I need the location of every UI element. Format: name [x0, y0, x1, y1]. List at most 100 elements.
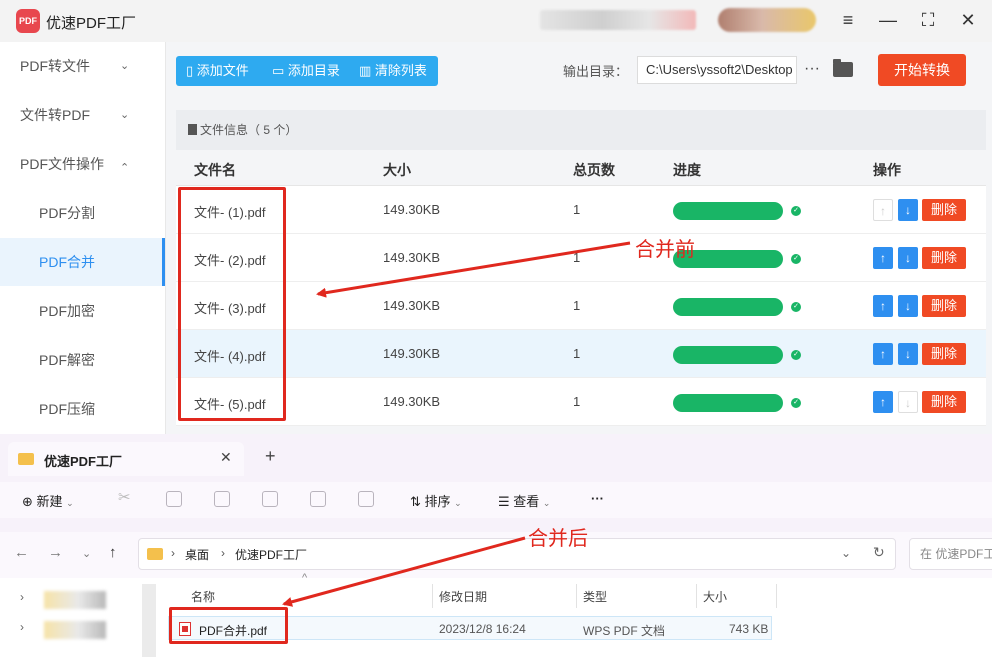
more-commands-button[interactable]: ··· [591, 491, 604, 506]
col-header-pages: 总页数 [573, 162, 615, 178]
progress-bar [673, 298, 783, 316]
column-divider[interactable] [432, 584, 433, 608]
clear-list-button[interactable]: ▥ 清除列表 [359, 56, 427, 86]
file-info-label: 文件信息 [200, 123, 249, 137]
move-up-button[interactable]: ↑ [873, 343, 893, 365]
sidebar-item-pdf-split[interactable]: PDF分割 [0, 189, 165, 237]
check-icon: ✓ [791, 206, 801, 216]
output-dir-input[interactable]: C:\Users\yssoft2\Desktop [637, 56, 797, 84]
move-down-button[interactable]: ↓ [898, 199, 918, 221]
maximize-icon[interactable]: ⛶ [916, 9, 940, 31]
move-down-button[interactable]: ↓ [898, 295, 918, 317]
table-row[interactable]: 文件- (5).pdf 149.30KB 1 ✓ ↑ ↓ 删除 [176, 378, 986, 426]
start-convert-button[interactable]: 开始转换 [878, 54, 966, 86]
move-up-button[interactable]: ↑ [873, 247, 893, 269]
col-header-modified[interactable]: 修改日期 [439, 588, 487, 605]
add-file-button[interactable]: ▯ 添加文件 [186, 56, 249, 86]
forward-icon[interactable]: → [48, 544, 63, 561]
column-divider[interactable] [576, 584, 577, 608]
sidebar-item-pdf-to-file[interactable]: PDF转文件 ⌄ [0, 42, 165, 90]
col-header-name[interactable]: 名称 [191, 588, 215, 605]
recent-dropdown-icon[interactable]: ⌄ [82, 547, 91, 560]
share-icon[interactable] [310, 491, 326, 507]
new-button[interactable]: ⊕ 新建 ⌄ [22, 491, 74, 510]
col-header-type[interactable]: 类型 [583, 588, 607, 605]
tab-title: 优速PDF工厂 [44, 454, 123, 469]
table-row[interactable]: 文件- (2).pdf 149.30KB 1 ✓ ↑ ↓ 删除 [176, 234, 986, 282]
address-bar[interactable]: › 桌面 › 优速PDF工厂 ⌄ ↻ [138, 538, 896, 570]
back-icon[interactable]: ← [14, 544, 29, 561]
table-header: 文件名 大小 总页数 进度 操作 [176, 150, 986, 186]
delete-button[interactable]: 删除 [922, 247, 966, 269]
table-row[interactable]: 文件- (3).pdf 149.30KB 1 ✓ ↑ ↓ 删除 [176, 282, 986, 330]
new-tab-icon[interactable]: + [265, 446, 276, 467]
chevron-down-icon: ⌄ [120, 109, 130, 121]
close-icon[interactable]: ✕ [956, 9, 980, 31]
rename-icon[interactable] [262, 491, 278, 507]
delete-button[interactable]: 删除 [922, 343, 966, 365]
refresh-icon[interactable]: ↻ [873, 544, 885, 561]
sidebar-item-pdf-operations[interactable]: PDF文件操作 ⌃ [0, 140, 165, 188]
col-header-size: 大小 [383, 162, 411, 178]
col-header-size[interactable]: 大小 [703, 588, 727, 605]
more-options-button[interactable]: ··· [804, 56, 820, 82]
paste-icon[interactable] [214, 491, 230, 507]
view-label: 查看 [513, 494, 540, 509]
up-icon[interactable]: ↑ [109, 544, 117, 561]
folder-icon: ▭ [272, 63, 285, 78]
file-size: 149.30KB [383, 346, 441, 361]
move-up-button[interactable]: ↑ [873, 295, 893, 317]
file-area: › › ^ 名称 修改日期 类型 大小 PDF合并.pdf 2023/12/8 … [0, 572, 992, 657]
page-count: 1 [573, 202, 581, 217]
column-divider[interactable] [696, 584, 697, 608]
move-down-button[interactable]: ↓ [898, 247, 918, 269]
sort-button[interactable]: ⇅ 排序 ⌄ [410, 491, 462, 510]
close-tab-icon[interactable]: ✕ [220, 449, 232, 466]
cut-icon[interactable]: ✂ [118, 488, 134, 506]
delete-button[interactable]: 删除 [922, 199, 966, 221]
before-merge-highlight-box [178, 187, 286, 421]
page-count: 1 [573, 298, 581, 313]
table-row[interactable]: 文件- (4).pdf 149.30KB 1 ✓ ↑ ↓ 删除 [176, 330, 986, 378]
file-size: 149.30KB [383, 250, 441, 265]
chevron-right-icon[interactable]: › [20, 620, 24, 634]
sidebar-item-pdf-compress[interactable]: PDF压缩 [0, 385, 165, 433]
delete-icon[interactable] [358, 491, 374, 507]
delete-button[interactable]: 删除 [922, 295, 966, 317]
menu-icon[interactable]: ≡ [836, 9, 860, 31]
view-button[interactable]: ☰ 查看 ⌄ [498, 491, 550, 510]
move-down-button[interactable]: ↓ [898, 343, 918, 365]
nav-pane-scrollbar[interactable] [142, 584, 156, 657]
blurred-tree-item[interactable] [44, 621, 106, 639]
copy-icon[interactable] [166, 491, 182, 507]
sidebar-item-file-to-pdf[interactable]: 文件转PDF ⌄ [0, 91, 165, 139]
blurred-tree-item[interactable] [44, 591, 106, 609]
address-row: ← → ⌄ ↑ › 桌面 › 优速PDF工厂 ⌄ ↻ 在 优速PDF工厂 中搜索 [0, 532, 992, 578]
add-file-label: 添加文件 [196, 63, 249, 78]
move-up-button[interactable]: ↑ [873, 391, 893, 413]
table-row[interactable]: 文件- (1).pdf 149.30KB 1 ✓ ↑ ↓ 删除 [176, 186, 986, 234]
breadcrumb-folder[interactable]: 优速PDF工厂 [235, 546, 307, 563]
blurred-account-info [540, 10, 696, 30]
column-divider[interactable] [776, 584, 777, 608]
search-input[interactable]: 在 优速PDF工厂 中搜索 [909, 538, 992, 570]
folder-icon [147, 548, 163, 560]
explorer-tab[interactable]: 优速PDF工厂 ✕ [8, 442, 244, 476]
folder-icon [18, 453, 34, 465]
add-directory-button[interactable]: ▭ 添加目录 [272, 56, 340, 86]
sidebar-item-pdf-merge[interactable]: PDF合并 [0, 238, 165, 286]
breadcrumb-desktop[interactable]: 桌面 [185, 546, 209, 563]
delete-button[interactable]: 删除 [922, 391, 966, 413]
file-modified: 2023/12/8 16:24 [439, 622, 526, 636]
minimize-icon[interactable]: — [876, 9, 900, 31]
sidebar-item-pdf-decrypt[interactable]: PDF解密 [0, 336, 165, 384]
sort-label: 排序 [424, 494, 451, 509]
file-icon: ▯ [186, 63, 194, 78]
chevron-down-icon[interactable]: ⌄ [841, 546, 851, 560]
check-icon: ✓ [791, 302, 801, 312]
sidebar-item-pdf-encrypt[interactable]: PDF加密 [0, 287, 165, 335]
browse-folder-icon[interactable] [833, 59, 853, 77]
file-table: 文件名 大小 总页数 进度 操作 文件- (1).pdf 149.30KB 1 ✓ ↑ ↓… [176, 150, 986, 426]
chevron-right-icon[interactable]: › [20, 590, 24, 604]
sidebar-item-label: PDF分割 [39, 205, 95, 221]
